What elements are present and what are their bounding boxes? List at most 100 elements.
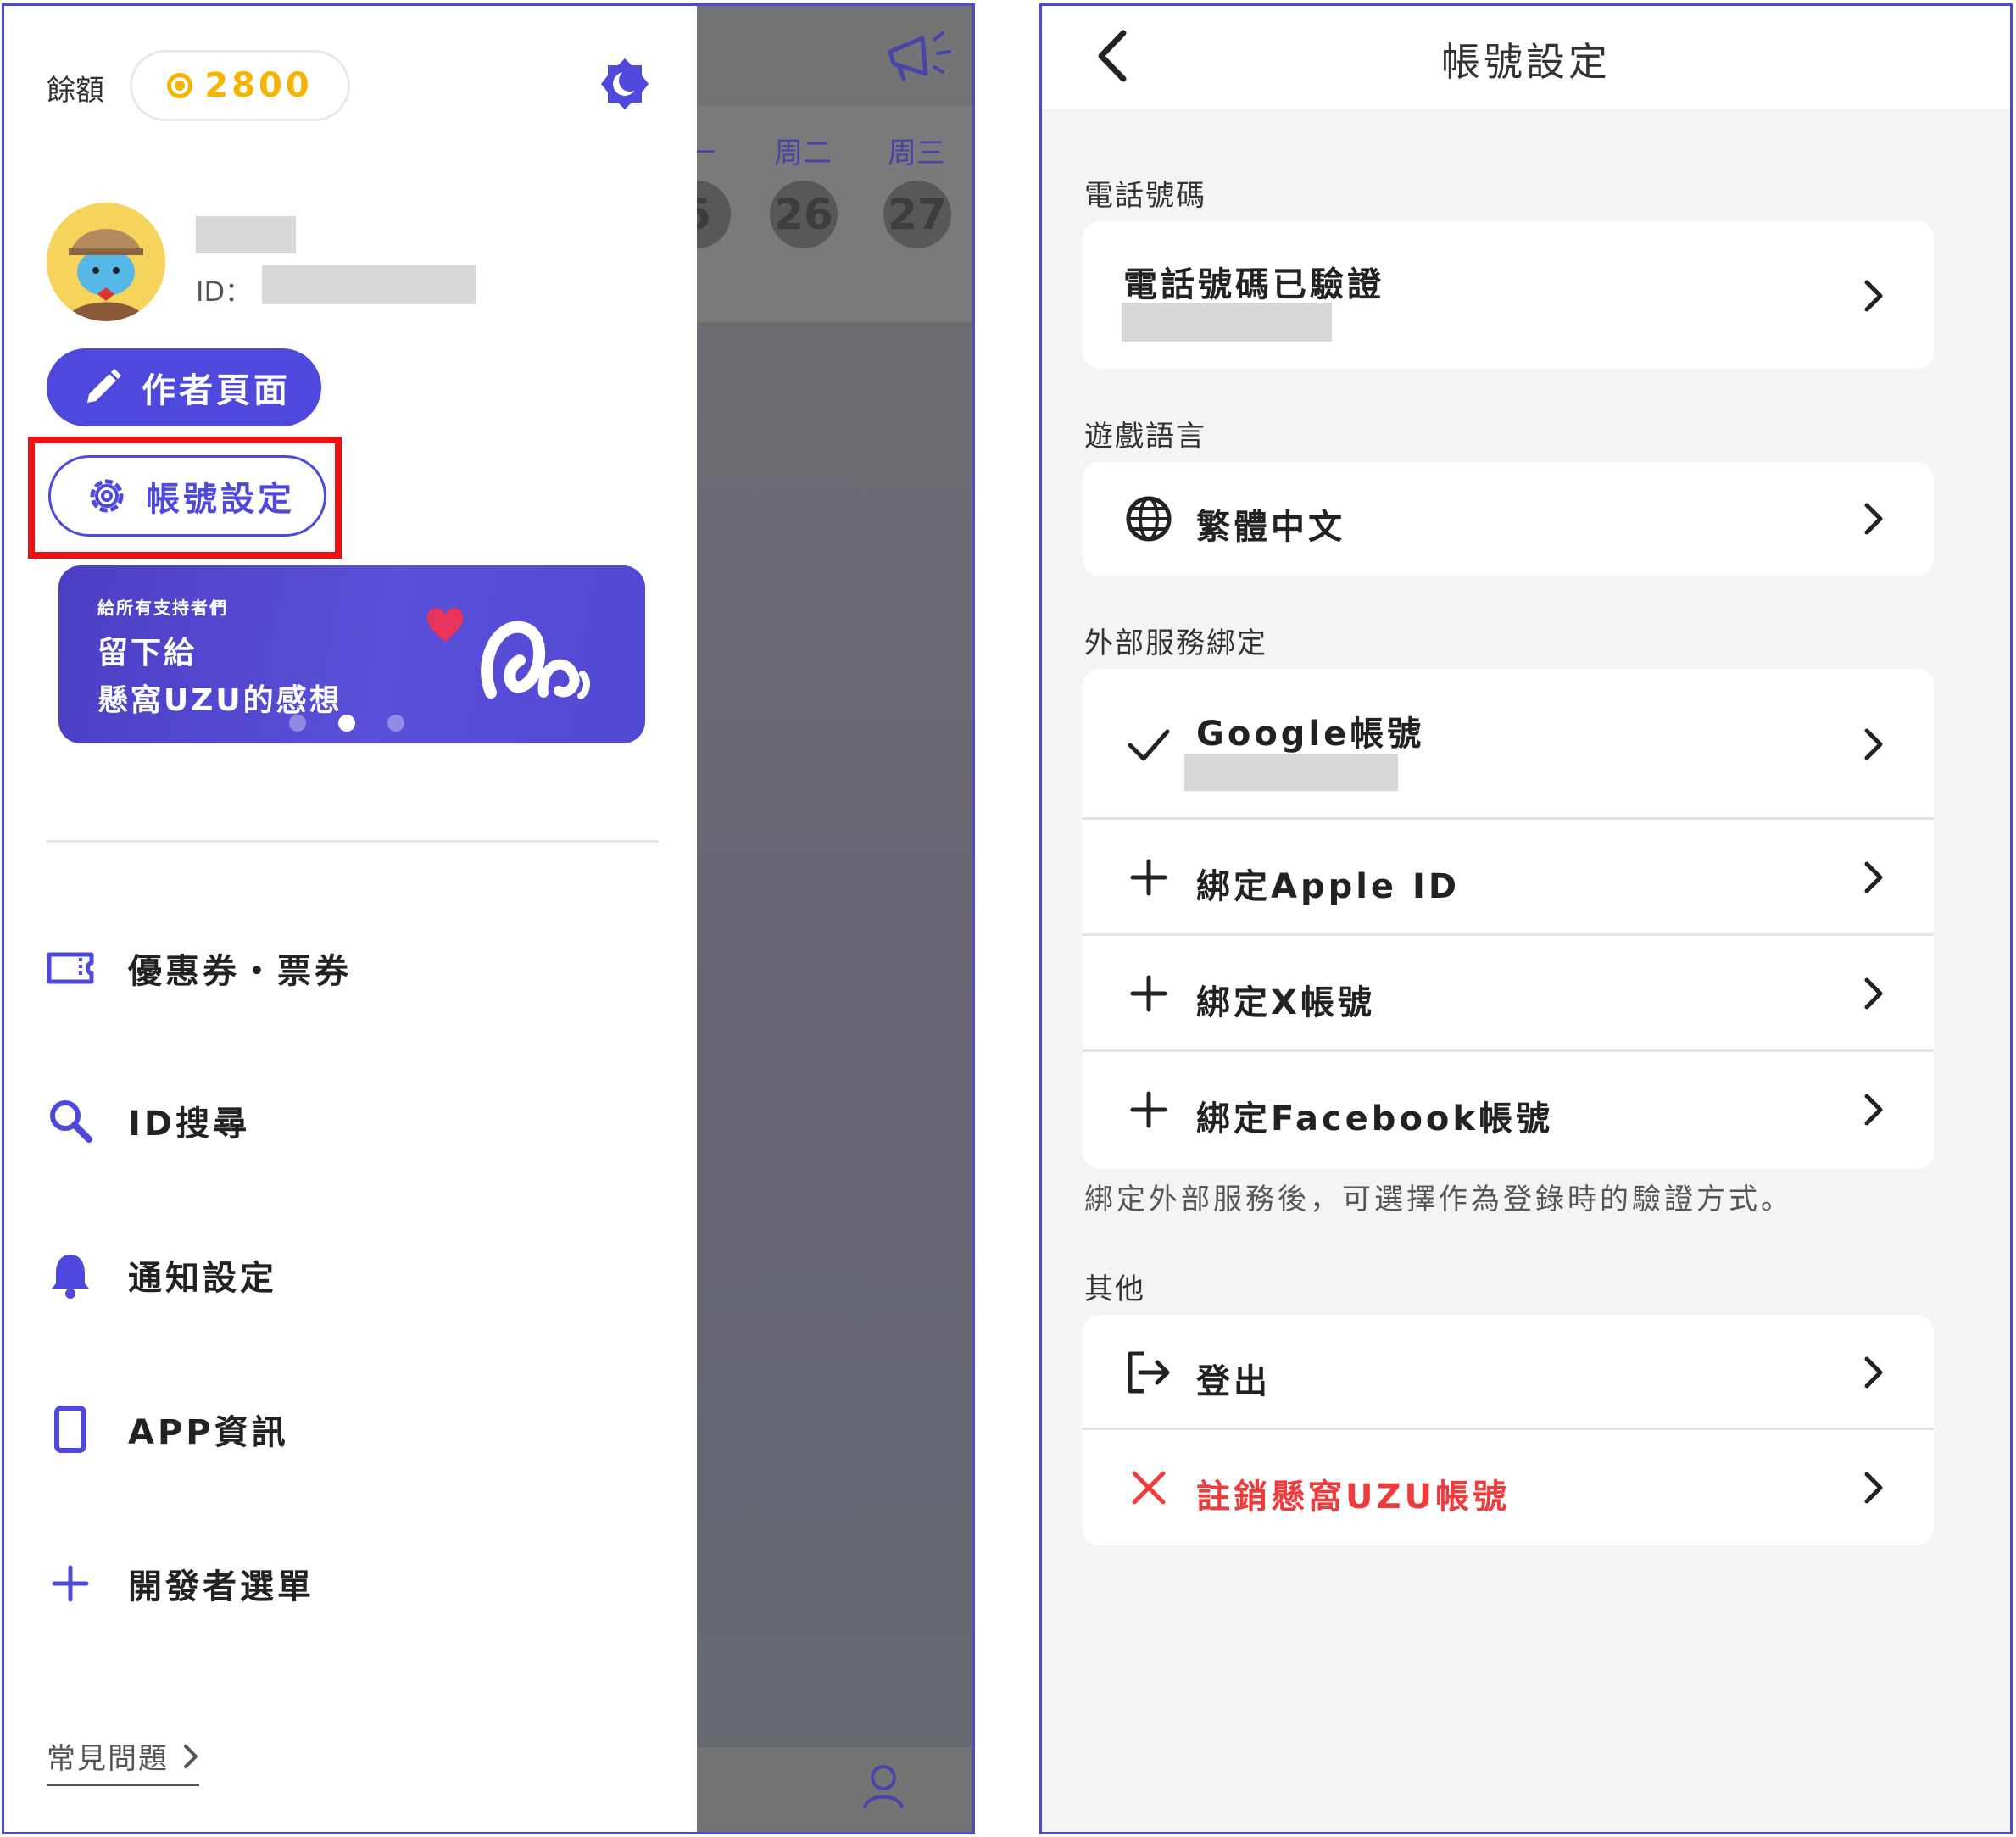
section-label-phone: 電話號碼: [1084, 179, 1206, 213]
plus-icon: [47, 1560, 94, 1607]
chevron-right-icon: [1864, 280, 1883, 312]
background-week-strip: 一 周二 周三 5 26 27: [663, 106, 972, 322]
coin-icon: [167, 73, 193, 98]
external-services-note: 綁定外部服務後，可選擇作為登錄時的驗證方式。: [1084, 1183, 1793, 1216]
phone-card: 電話號碼已驗證: [1083, 221, 1934, 369]
search-icon: [47, 1097, 94, 1144]
section-label-language: 遊戲語言: [1084, 420, 1206, 454]
chevron-right-icon: [1864, 1472, 1883, 1504]
menu-item-coupons[interactable]: 優惠券・票券: [47, 938, 352, 998]
carousel-dot[interactable]: [387, 715, 404, 732]
check-icon: [1123, 720, 1174, 771]
menu-item-label: ID搜尋: [128, 1105, 251, 1144]
phone-icon: [47, 1406, 94, 1453]
language-card: 繁體中文: [1083, 462, 1934, 576]
divider: [47, 840, 659, 843]
day-label: 周三: [888, 136, 945, 170]
carousel-dot[interactable]: [289, 715, 306, 732]
uzu-logo-icon: [481, 621, 590, 699]
delete-account-label: 註銷懸窩UZU帳號: [1196, 1478, 1510, 1517]
account-settings-button[interactable]: 帳號設定: [48, 455, 326, 537]
user-id-redacted: [262, 265, 476, 304]
bind-apple-label: 綁定Apple ID: [1196, 867, 1461, 906]
facebook-row[interactable]: 綁定Facebook帳號: [1083, 1052, 1934, 1169]
chevron-right-icon: [1864, 861, 1883, 893]
plus-icon: [1123, 968, 1174, 1019]
x-row[interactable]: 綁定X帳號: [1083, 936, 1934, 1052]
chevron-right-icon: [1864, 1356, 1883, 1389]
side-drawer: 餘額 2800 ID： 作者頁面 帳號設定 給所有支持者們 留下給 懸窩UZU的…: [4, 6, 697, 1832]
language-value: 繁體中文: [1196, 508, 1345, 547]
balance-value: 2800: [204, 66, 313, 105]
date-circle: 27: [883, 181, 951, 248]
phone-row[interactable]: 電話號碼已驗證: [1083, 221, 1934, 369]
banner-line1: 留下給: [97, 636, 198, 671]
carousel-dot-active[interactable]: [338, 715, 355, 732]
globe-icon: [1123, 493, 1174, 544]
account-settings-screen: 帳號設定 電話號碼 電話號碼已驗證 遊戲語言 繁體中文 外部服務綁定 Googl…: [1039, 3, 2013, 1834]
day-label: 周二: [774, 136, 832, 170]
chevron-right-icon: [1864, 728, 1883, 760]
chevron-right-icon: [184, 1744, 198, 1768]
header: 帳號設定: [1042, 6, 2010, 109]
menu-item-label: APP資訊: [128, 1413, 289, 1452]
chevron-right-icon: [1864, 977, 1883, 1010]
delete-account-row[interactable]: 註銷懸窩UZU帳號: [1083, 1430, 1934, 1545]
language-row[interactable]: 繁體中文: [1083, 462, 1934, 576]
menu-item-label: 開發者選單: [128, 1567, 315, 1606]
left-screen: 一 周二 周三 5 26 27 餘額 2800: [2, 3, 975, 1834]
section-label-other: 其他: [1084, 1272, 1145, 1306]
background-tab-bar: [697, 1747, 972, 1832]
menu-item-label: 優惠券・票券: [128, 952, 352, 991]
logout-row[interactable]: 登出: [1083, 1315, 1934, 1430]
other-card: 登出 註銷懸窩UZU帳號: [1083, 1315, 1934, 1545]
faq-label: 常見問題: [47, 1742, 169, 1776]
google-row[interactable]: Google帳號: [1083, 669, 1934, 820]
author-page-button[interactable]: 作者頁面: [47, 348, 321, 426]
ticket-icon: [47, 944, 94, 992]
banner-line2: 懸窩UZU的感想: [97, 683, 342, 718]
balance-label: 餘額: [47, 74, 104, 108]
menu-item-developer[interactable]: 開發者選單: [47, 1554, 315, 1613]
section-label-external: 外部服務綁定: [1084, 626, 1267, 660]
banner-small-text: 給所有支持者們: [97, 598, 228, 618]
user-icon: [863, 1765, 904, 1809]
google-account-label: Google帳號: [1196, 715, 1425, 754]
feedback-banner[interactable]: 給所有支持者們 留下給 懸窩UZU的感想: [58, 565, 645, 743]
plus-icon: [1123, 1084, 1174, 1135]
balance-pill[interactable]: 2800: [130, 50, 350, 121]
chevron-right-icon: [1864, 1094, 1883, 1126]
google-account-redacted: [1184, 754, 1398, 791]
account-settings-label: 帳號設定: [146, 480, 295, 519]
megaphone-icon: [888, 31, 951, 81]
plus-icon: [1123, 852, 1174, 903]
cat-avatar-icon: [47, 203, 165, 321]
bind-x-label: 綁定X帳號: [1196, 983, 1375, 1022]
avatar[interactable]: [47, 203, 165, 321]
logout-icon: [1123, 1347, 1174, 1398]
close-icon: [1123, 1462, 1174, 1513]
menu-item-notifications[interactable]: 通知設定: [47, 1245, 277, 1305]
chevron-right-icon: [1864, 503, 1883, 535]
apple-row[interactable]: 綁定Apple ID: [1083, 820, 1934, 936]
gear-icon: [90, 479, 124, 513]
id-label: ID：: [196, 276, 253, 308]
page-title: 帳號設定: [1441, 39, 1611, 85]
phone-verified-label: 電話號碼已驗證: [1123, 265, 1384, 304]
username-redacted: [196, 216, 296, 253]
author-page-label: 作者頁面: [142, 371, 291, 410]
menu-item-id-search[interactable]: ID搜尋: [47, 1091, 250, 1150]
bell-icon: [47, 1251, 94, 1299]
bind-facebook-label: 綁定Facebook帳號: [1196, 1099, 1554, 1138]
background-header: [697, 6, 972, 106]
menu-item-app-info[interactable]: APP資訊: [47, 1400, 289, 1459]
heart-icon: [426, 608, 464, 642]
pencil-icon: [87, 369, 121, 403]
dark-mode-toggle-icon[interactable]: [598, 57, 652, 111]
external-services-card: Google帳號 綁定Apple ID 綁定X帳號 綁定Facebook帳號: [1083, 669, 1934, 1169]
faq-link[interactable]: 常見問題: [47, 1735, 199, 1786]
dimmed-background[interactable]: 一 周二 周三 5 26 27: [663, 6, 972, 1832]
logout-label: 登出: [1196, 1362, 1271, 1401]
phone-number-redacted: [1122, 303, 1332, 342]
menu-item-label: 通知設定: [128, 1259, 277, 1298]
